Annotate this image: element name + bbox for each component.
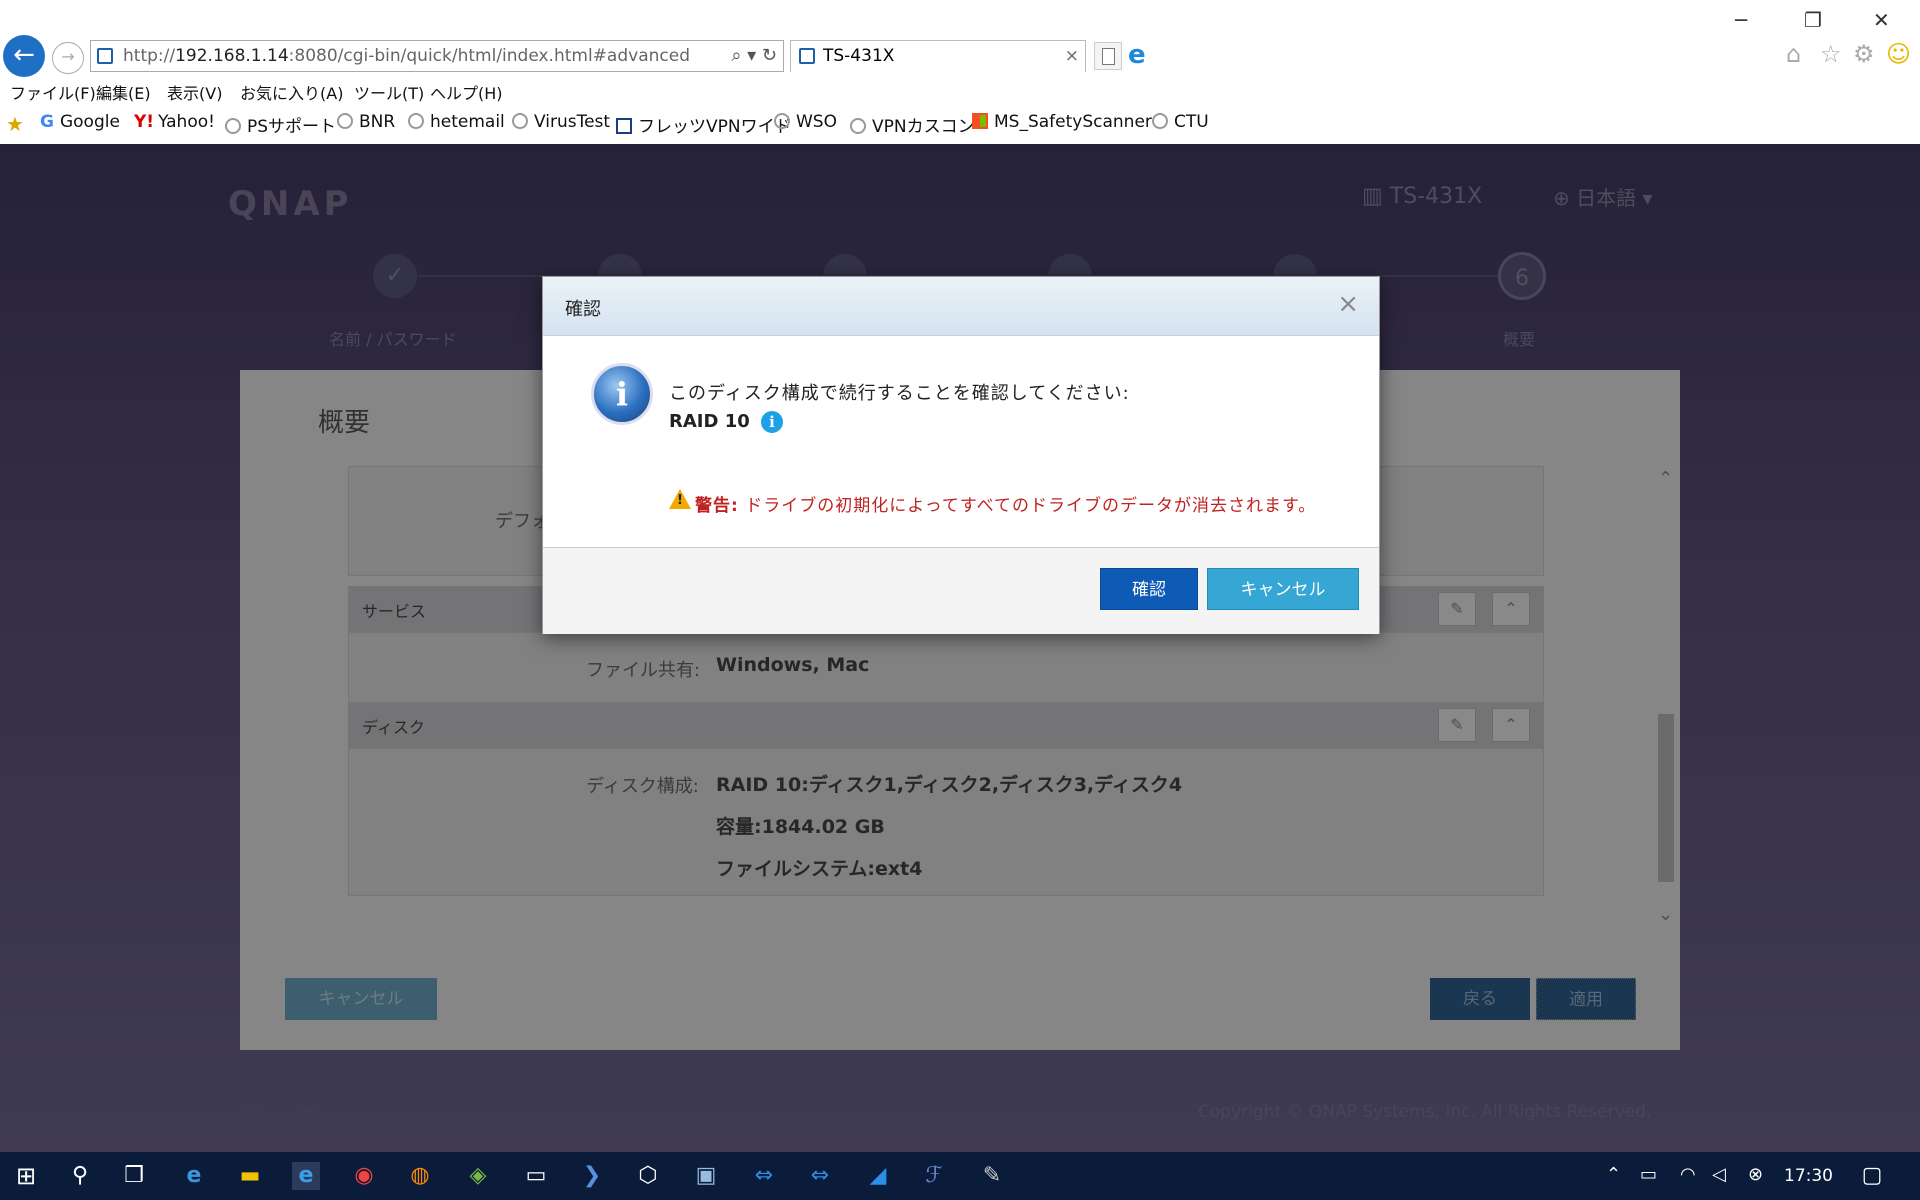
google-icon: G [40, 112, 54, 132]
fav-vpn-kascon[interactable]: VPNカスコン [850, 112, 975, 137]
fav-wso[interactable]: WSO [774, 112, 837, 132]
warning-message: 警告: ドライブの初期化によってすべてのドライブのデータが消去されます。 [695, 496, 1317, 516]
firefox-icon[interactable]: ◍ [406, 1162, 434, 1190]
page-favicon-icon [97, 48, 113, 64]
ie-page-icon [850, 118, 866, 134]
taskbar-clock[interactable]: 17:30 [1784, 1166, 1833, 1186]
fav-hetemail[interactable]: hetemail [408, 112, 505, 132]
paint-icon[interactable]: ✎ [978, 1162, 1006, 1190]
tab-favicon-icon [799, 48, 815, 64]
f6-app-icon[interactable]: ℱ [920, 1162, 948, 1190]
menu-tools[interactable]: ツール(T) [354, 80, 424, 104]
favorites-star-icon[interactable]: ★ [6, 112, 24, 136]
address-tools[interactable]: ⌕ ▾ ↻ [731, 41, 777, 71]
fav-ctu[interactable]: CTU [1152, 112, 1209, 132]
fav-ps-support[interactable]: PSサポート [225, 112, 336, 137]
flets-icon [616, 118, 632, 134]
volume-icon[interactable]: ◁ [1712, 1164, 1726, 1185]
browser-chrome: ─ ❐ ✕ ← → http://192.168.1.14:8080/cgi-b… [0, 0, 1920, 144]
ie-page-icon [225, 118, 241, 134]
tab-ts431x[interactable]: TS-431X × [790, 40, 1086, 72]
favorites-star-icon[interactable]: ☆ [1820, 40, 1842, 68]
ie-logo-icon[interactable]: e [1128, 40, 1146, 70]
dialog-header: 確認 × [543, 277, 1379, 336]
shark-app-icon[interactable]: ◢ [864, 1162, 892, 1190]
internet-explorer-icon[interactable]: e [292, 1162, 320, 1190]
dialog-title: 確認 [565, 299, 601, 320]
task-view-icon[interactable]: ❒ [120, 1162, 148, 1190]
search-icon[interactable]: ⚲ [66, 1162, 94, 1190]
address-bar[interactable]: http://192.168.1.14:8080/cgi-bin/quick/h… [90, 40, 784, 72]
raid-type: RAID 10 [669, 411, 750, 432]
windows-taskbar: ⊞ ⚲ ❒ e ▬ e ◉ ◍ ◈ ▭ ❯ ⬡ ▣ ⇔ ⇔ ◢ ℱ ✎ ⌃ ▭ … [0, 1152, 1920, 1200]
settings-gear-icon[interactable]: ⚙ [1853, 40, 1875, 68]
chrome-icon[interactable]: ◉ [350, 1162, 378, 1190]
ie-page-icon [774, 113, 790, 129]
network-app-icon[interactable]: ▣ [692, 1162, 720, 1190]
file-explorer-icon[interactable]: ▬ [236, 1162, 264, 1190]
fav-bnr[interactable]: BNR [337, 112, 395, 132]
confirm-dialog: 確認 × i このディスク構成で続行することを確認してください: RAID 10… [542, 276, 1380, 634]
dialog-message: このディスク構成で続行することを確認してください: [669, 383, 1130, 404]
warning-icon [669, 489, 691, 509]
new-tab-button[interactable] [1094, 42, 1122, 70]
fav-flets-vpn[interactable]: フレッツVPNワイド [616, 112, 792, 137]
close-window-icon[interactable]: ✕ [1873, 8, 1890, 32]
raid-info-icon[interactable]: i [761, 411, 783, 433]
fav-google[interactable]: G Google [40, 112, 120, 132]
ie-page-icon [337, 113, 353, 129]
ie-page-icon [1152, 113, 1168, 129]
yahoo-icon: Y! [134, 112, 155, 132]
microsoft-icon [972, 113, 988, 129]
teamviewer-icon[interactable]: ⇔ [750, 1162, 778, 1190]
ie-page-icon [512, 113, 528, 129]
confirm-button[interactable]: 確認 [1100, 568, 1198, 610]
menu-help[interactable]: ヘルプ(H) [430, 80, 503, 104]
tab-close-icon[interactable]: × [1065, 41, 1079, 71]
action-center-icon[interactable]: ▢ [1858, 1162, 1886, 1190]
menu-view[interactable]: 表示(V) [167, 80, 222, 104]
command-prompt-icon[interactable]: ▭ [522, 1162, 550, 1190]
fav-yahoo[interactable]: Y! Yahoo! [134, 112, 215, 132]
menu-file[interactable]: ファイル(F) [10, 80, 96, 104]
address-url: http://192.168.1.14:8080/cgi-bin/quick/h… [123, 46, 690, 66]
virtualbox-icon[interactable]: ⬡ [634, 1162, 662, 1190]
app-icon-green[interactable]: ◈ [464, 1162, 492, 1190]
battery-icon[interactable]: ▭ [1640, 1164, 1657, 1185]
network-error-icon[interactable]: ⊗ [1748, 1164, 1763, 1185]
powershell-icon[interactable]: ❯ [578, 1162, 606, 1190]
menu-edit[interactable]: 編集(E) [96, 80, 151, 104]
cancel-button[interactable]: キャンセル [1207, 568, 1359, 610]
start-windows-icon[interactable]: ⊞ [12, 1162, 40, 1190]
tab-title: TS-431X [823, 46, 895, 66]
menu-favorites[interactable]: お気に入り(A) [240, 80, 343, 104]
teamviewer-2-icon[interactable]: ⇔ [806, 1162, 834, 1190]
dialog-footer: 確認 キャンセル [543, 547, 1379, 634]
home-icon[interactable]: ⌂ [1786, 40, 1801, 68]
back-button[interactable]: ← [3, 35, 45, 77]
forward-button[interactable]: → [52, 42, 84, 74]
tray-chevron-icon[interactable]: ⌃ [1606, 1164, 1621, 1185]
ie-page-icon [408, 113, 424, 129]
fav-virustest[interactable]: VirusTest [512, 112, 610, 132]
info-icon: i [591, 363, 653, 425]
edge-icon[interactable]: e [180, 1162, 208, 1190]
dialog-close-icon[interactable]: × [1337, 289, 1359, 319]
minimize-icon[interactable]: ─ [1735, 8, 1747, 32]
fav-ms-safetyscanner[interactable]: MS_SafetyScanner [972, 112, 1152, 132]
restore-icon[interactable]: ❐ [1804, 8, 1822, 32]
wifi-icon[interactable]: ◠ [1680, 1164, 1696, 1185]
smiley-feedback-icon[interactable]: ☺ [1886, 40, 1911, 68]
